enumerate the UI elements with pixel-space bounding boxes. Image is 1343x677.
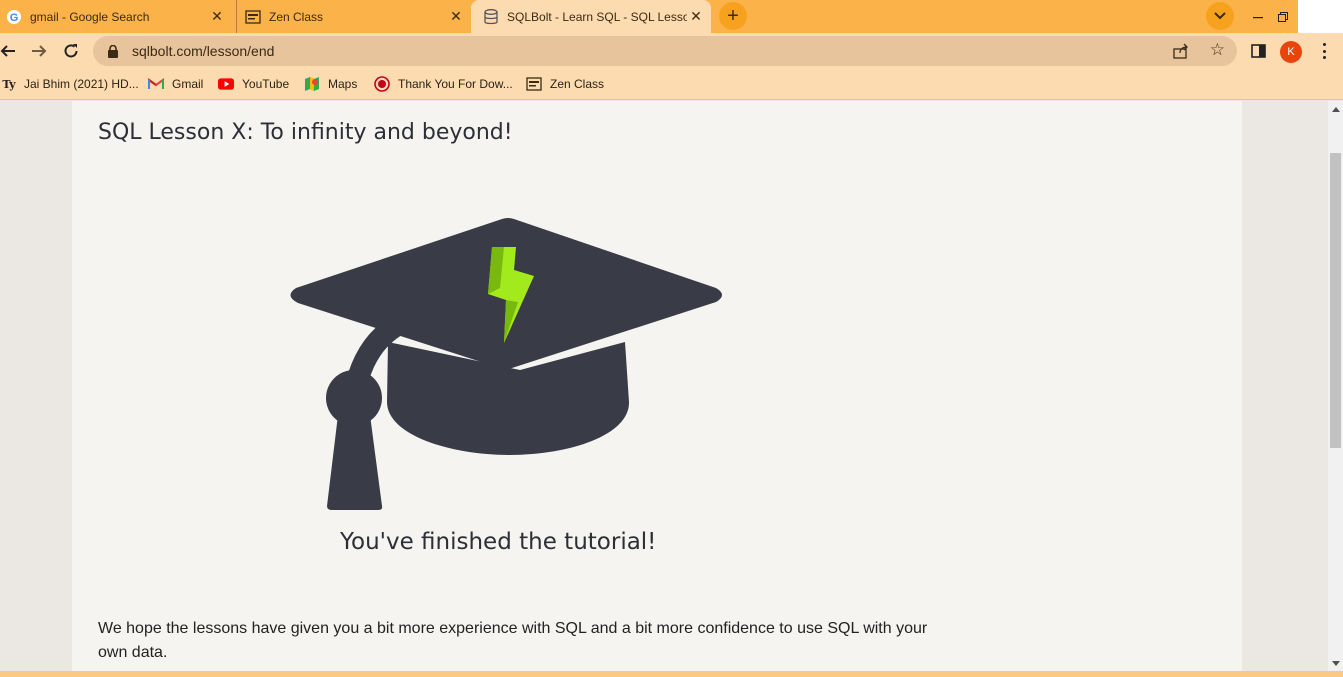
maps-icon xyxy=(304,76,320,92)
taskbar-edge xyxy=(0,671,1343,677)
tab-sqlbolt[interactable]: SQLBolt - Learn SQL - SQL Lesson ✕ xyxy=(471,0,711,33)
back-arrow-icon xyxy=(0,45,15,57)
database-icon xyxy=(483,8,499,25)
share-icon[interactable] xyxy=(1173,43,1189,59)
bookmark-jai-bhim[interactable]: Ty Jai Bhim (2021) HD... xyxy=(2,75,139,93)
address-bar[interactable]: sqlbolt.com/lesson/end ☆ xyxy=(93,36,1237,66)
reload-icon xyxy=(64,44,78,58)
chevron-down-icon xyxy=(1214,12,1226,20)
forward-button[interactable] xyxy=(25,37,53,65)
tab-gmail-search[interactable]: G gmail - Google Search ✕ xyxy=(0,0,232,33)
tab-title: gmail - Google Search xyxy=(30,9,150,24)
svg-text:G: G xyxy=(10,12,19,24)
zen-class-icon xyxy=(526,76,542,92)
side-panel-icon xyxy=(1251,44,1266,58)
new-tab-button[interactable]: + xyxy=(719,2,747,30)
back-button[interactable] xyxy=(0,37,22,65)
avatar-initial: K xyxy=(1287,46,1295,58)
graduation-cap-icon xyxy=(280,210,730,520)
finished-message: You've finished the tutorial! xyxy=(340,529,657,555)
bookmark-gmail[interactable]: Gmail xyxy=(148,75,203,93)
close-tab-icon[interactable]: ✕ xyxy=(447,8,465,26)
scroll-down-arrow-icon[interactable] xyxy=(1328,655,1343,671)
forward-arrow-icon xyxy=(32,45,47,57)
tab-title: SQLBolt - Learn SQL - SQL Lesson xyxy=(507,9,687,24)
record-icon xyxy=(374,76,390,92)
profile-avatar[interactable]: K xyxy=(1280,41,1302,63)
ty-icon: Ty xyxy=(2,77,16,91)
url-text: sqlbolt.com/lesson/end xyxy=(132,43,275,59)
youtube-icon xyxy=(218,76,234,92)
tab-zen-class[interactable]: Zen Class ✕ xyxy=(236,0,471,33)
scroll-up-arrow-icon[interactable] xyxy=(1328,101,1343,117)
bookmark-thank-you[interactable]: Thank You For Dow... xyxy=(374,75,513,93)
bookmark-label: Gmail xyxy=(172,77,204,91)
bookmark-label: YouTube xyxy=(242,77,290,91)
minimize-icon xyxy=(1253,16,1263,18)
bookmark-label: Zen Class xyxy=(550,77,605,91)
tab-search-button[interactable] xyxy=(1206,2,1234,30)
bookmark-label: Thank You For Dow... xyxy=(398,77,513,91)
tab-title: Zen Class xyxy=(269,9,324,24)
lock-icon xyxy=(106,44,120,58)
restore-button[interactable] xyxy=(1266,0,1300,33)
zen-class-icon xyxy=(245,9,261,25)
bookmark-star-icon[interactable]: ☆ xyxy=(1210,41,1225,59)
reload-button[interactable] xyxy=(57,37,85,65)
bookmarks-bar: Ty Jai Bhim (2021) HD... Gmail YouTube M… xyxy=(0,69,1343,100)
menu-kebab-icon[interactable] xyxy=(1316,43,1332,59)
tab-strip: G gmail - Google Search ✕ Zen Class ✕ SQ… xyxy=(0,0,1343,33)
close-window-button[interactable] xyxy=(1298,0,1343,33)
closing-paragraph: We hope the lessons have given you a bit… xyxy=(98,620,928,661)
bookmark-label: Maps xyxy=(328,77,358,91)
gmail-icon xyxy=(148,76,164,92)
bookmark-maps[interactable]: Maps xyxy=(304,75,357,93)
close-tab-icon[interactable]: ✕ xyxy=(687,8,705,26)
close-tab-icon[interactable]: ✕ xyxy=(208,8,226,26)
plus-icon: + xyxy=(727,4,739,27)
restore-icon xyxy=(1278,11,1288,22)
bookmark-label: Jai Bhim (2021) HD... xyxy=(24,77,139,91)
scrollbar-thumb[interactable] xyxy=(1330,153,1341,448)
lesson-title: SQL Lesson X: To infinity and beyond! xyxy=(98,120,513,145)
bookmark-youtube[interactable]: YouTube xyxy=(218,75,289,93)
page-scrollbar[interactable] xyxy=(1328,101,1343,671)
google-icon: G xyxy=(6,9,22,25)
bookmark-zen-class[interactable]: Zen Class xyxy=(526,75,604,93)
browser-toolbar: sqlbolt.com/lesson/end ☆ K xyxy=(0,33,1343,69)
side-panel-button[interactable] xyxy=(1251,44,1266,58)
